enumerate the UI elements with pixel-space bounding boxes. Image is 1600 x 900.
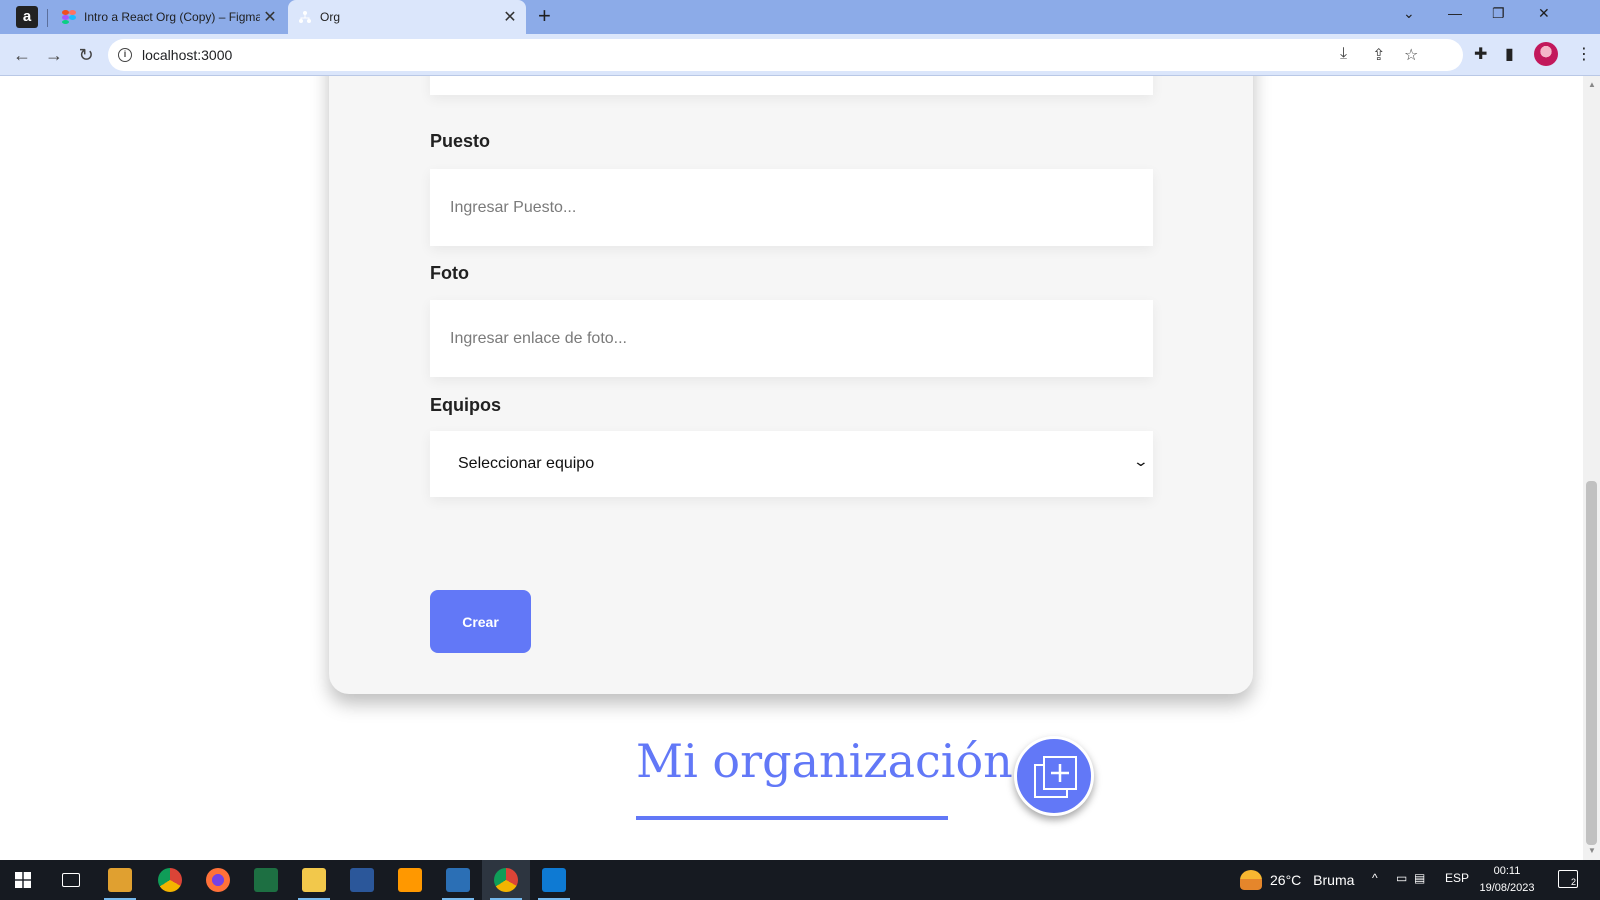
minimize-icon[interactable]: — (1448, 5, 1462, 21)
menu-icon[interactable]: ⋮ (1576, 44, 1592, 64)
address-bar[interactable]: i localhost:3000 ⤓ ⇪ ☆ (108, 39, 1463, 71)
page-scrollbar[interactable]: ▲ ▼ (1583, 76, 1600, 860)
weather-widget[interactable]: 26°C Bruma (1270, 872, 1354, 888)
system-clock[interactable]: 00:11 19/08/2023 (1476, 863, 1538, 897)
scroll-down-icon[interactable]: ▼ (1588, 846, 1596, 855)
restore-icon[interactable]: ❐ (1492, 5, 1505, 22)
install-icon[interactable]: ⤓ (1340, 45, 1347, 63)
org-icon (299, 11, 311, 23)
side-panel-icon[interactable]: ▮ (1505, 44, 1514, 64)
page-viewport: Puesto Ingresar Puesto... Foto Ingresar … (0, 76, 1583, 860)
app-launcher-icon[interactable]: a (16, 6, 38, 28)
file-explorer-icon[interactable] (298, 868, 330, 900)
tab-title: Org (320, 10, 341, 24)
tab-figma[interactable]: Intro a React Org (Copy) – Figma ✕ (52, 0, 286, 34)
star-icon[interactable]: ☆ (1404, 45, 1418, 65)
scroll-up-icon[interactable]: ▲ (1588, 80, 1596, 89)
sublime-text-icon[interactable] (398, 868, 422, 892)
task-view-icon[interactable] (62, 873, 80, 887)
org-section-title: Mi organización (636, 734, 1013, 788)
foto-label: Foto (430, 263, 469, 283)
vscode-icon[interactable] (538, 868, 570, 900)
windows-start-icon[interactable] (15, 872, 31, 888)
form-card: Puesto Ingresar Puesto... Foto Ingresar … (329, 76, 1253, 694)
add-collection-icon (1034, 756, 1077, 798)
back-icon[interactable]: ← (10, 43, 34, 67)
clock-time: 00:11 (1493, 865, 1521, 877)
tab-org[interactable]: Org ✕ (288, 0, 526, 34)
weather-temperature: 26°C (1270, 872, 1302, 888)
word-icon[interactable] (350, 868, 374, 892)
media-player-icon[interactable] (104, 868, 136, 900)
scroll-thumb[interactable] (1586, 481, 1597, 845)
puesto-placeholder: Ingresar Puesto... (450, 198, 577, 216)
share-icon[interactable]: ⇪ (1372, 45, 1385, 65)
add-collection-button[interactable] (1014, 736, 1094, 816)
notification-center-icon[interactable]: 2 (1558, 870, 1578, 888)
chevron-down-icon: ⌄ (1132, 453, 1150, 469)
equipos-select[interactable]: Seleccionar equipo ⌄ (430, 431, 1153, 497)
language-indicator[interactable]: ESP (1445, 871, 1469, 885)
firefox-icon[interactable] (206, 868, 230, 892)
tray-expand-chevron-icon[interactable]: ^ (1372, 871, 1378, 885)
powershell-icon[interactable] (442, 868, 474, 900)
meet-icon[interactable]: ▭ (1396, 871, 1407, 885)
browser-tab-strip: a Intro a React Org (Copy) – Figma ✕ Org… (0, 0, 1600, 34)
create-button[interactable]: Crear (430, 590, 531, 653)
title-underline (636, 816, 948, 820)
weather-icon[interactable] (1240, 870, 1262, 890)
windows-taskbar: 26°C Bruma ^ ▭ ▤ ESP 00:11 19/08/2023 2 (0, 860, 1600, 900)
network-icon[interactable]: ▤ (1414, 871, 1425, 885)
chrome-active-icon[interactable] (490, 868, 522, 900)
foto-input[interactable]: Ingresar enlace de foto... (430, 300, 1153, 377)
figma-icon (62, 10, 76, 24)
profile-avatar[interactable] (1534, 42, 1558, 66)
extensions-icon[interactable]: ✚ (1474, 44, 1487, 64)
tab-separator (47, 9, 48, 27)
reload-icon[interactable]: ↻ (74, 43, 98, 67)
weather-condition: Bruma (1313, 872, 1355, 888)
excel-icon[interactable] (254, 868, 278, 892)
equipos-label: Equipos (430, 395, 501, 415)
close-icon[interactable]: ✕ (500, 7, 520, 27)
chrome-icon[interactable] (158, 868, 182, 892)
puesto-input[interactable]: Ingresar Puesto... (430, 169, 1153, 246)
new-tab-icon[interactable]: + (538, 3, 551, 29)
close-icon[interactable]: ✕ (260, 7, 280, 27)
notification-count: 2 (1570, 877, 1576, 887)
puesto-label: Puesto (430, 131, 491, 151)
forward-icon[interactable]: → (42, 43, 66, 67)
tab-title: Intro a React Org (Copy) – Figma (84, 10, 260, 24)
info-icon[interactable]: i (118, 48, 132, 62)
tab-search-chevron-icon[interactable]: ⌄ (1403, 5, 1415, 22)
clock-date: 19/08/2023 (1479, 882, 1535, 894)
previous-field-input[interactable] (430, 76, 1153, 95)
equipos-selected-value: Seleccionar equipo (458, 455, 595, 472)
window-close-icon[interactable]: ✕ (1538, 5, 1550, 22)
foto-placeholder: Ingresar enlace de foto... (450, 329, 627, 347)
url-text[interactable]: localhost:3000 (142, 47, 232, 63)
browser-toolbar: ← → ↻ i localhost:3000 ⤓ ⇪ ☆ ✚ ▮ ⋮ (0, 34, 1600, 76)
